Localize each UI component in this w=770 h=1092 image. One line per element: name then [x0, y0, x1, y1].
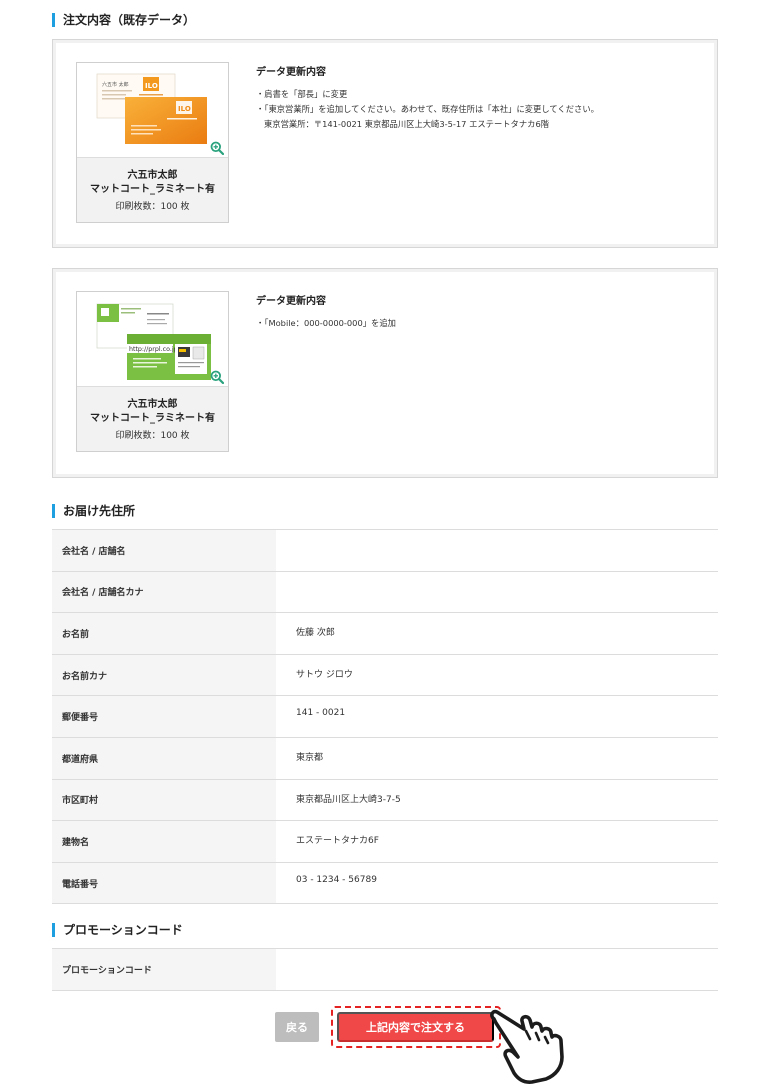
product-box: http://prpl.co.jp 六五市太郎 マットコート_ラミネート有 印刷…: [76, 291, 229, 452]
table-row: 会社名 / 店舗名: [52, 530, 718, 572]
product-name: 六五市太郎: [127, 170, 178, 181]
data-update-block: データ更新内容 ・「Mobile：000-0000-000」を追加: [256, 292, 696, 331]
update-line: ・肩書を「部長」に変更: [256, 89, 348, 99]
product-finish: マットコート_ラミネート有: [90, 413, 215, 424]
table-row: 郵便番号 141 - 0021: [52, 696, 718, 738]
row-value: エステートタナカ6F: [296, 836, 379, 847]
update-line: 東京営業所：〒141-0021 東京都品川区上大崎3-5-17 エステートタナカ…: [264, 119, 550, 129]
product-quantity: 印刷枚数：100 枚: [115, 431, 190, 441]
row-label: お名前カナ: [52, 654, 276, 696]
row-value: 03 - 1234 - 56789: [296, 874, 377, 885]
table-row: プロモーションコード: [52, 949, 718, 991]
row-label: 市区町村: [52, 779, 276, 821]
promo-section-title: プロモーションコード: [52, 923, 183, 937]
row-label: プロモーションコード: [52, 949, 276, 990]
place-order-button[interactable]: 上記内容で注文する: [337, 1012, 494, 1042]
order-item-card: 六五市 太郎 ILO ILO 六五市太郎 マットコート_ラミネート有 印刷枚数：…: [52, 39, 718, 248]
update-line: ・「東京営業所」を追加してください。あわせて、既存住所は「本社」に変更してくださ…: [256, 104, 599, 114]
delivery-section-title: お届け先住所: [52, 504, 135, 518]
table-row: お名前 佐藤 次郎: [52, 613, 718, 655]
pointing-hand-icon: [490, 1009, 564, 1084]
business-card-green-preview: http://prpl.co.jp: [96, 303, 211, 380]
row-value: 東京都品川区上大崎3-7-5: [296, 794, 401, 805]
row-label: お名前: [52, 613, 276, 654]
row-label: 会社名 / 店舗名: [52, 530, 276, 571]
row-label: 電話番号: [52, 862, 276, 904]
back-button[interactable]: 戻る: [275, 1012, 319, 1042]
update-heading: データ更新内容: [256, 67, 326, 78]
product-name: 六五市太郎: [127, 399, 178, 410]
product-quantity: 印刷枚数：100 枚: [115, 202, 190, 212]
row-value: 佐藤 次郎: [296, 628, 335, 639]
card-logo-text: ILO: [145, 82, 158, 90]
row-label: 建物名: [52, 821, 276, 862]
product-info: 六五市太郎 マットコート_ラミネート有 印刷枚数：100 枚: [77, 386, 228, 451]
table-row: 市区町村 東京都品川区上大崎3-7-5: [52, 779, 718, 822]
table-row: 都道府県 東京都: [52, 737, 718, 780]
card-thumbnail[interactable]: http://prpl.co.jp: [77, 292, 228, 386]
table-row: 会社名 / 店舗名カナ: [52, 571, 718, 614]
order-section-title: 注文内容（既存データ）: [52, 13, 195, 27]
product-finish: マットコート_ラミネート有: [90, 184, 215, 195]
order-item-card: http://prpl.co.jp 六五市太郎 マットコート_ラミネート有 印刷…: [52, 268, 718, 478]
row-label: 会社名 / 店舗名カナ: [52, 571, 276, 613]
update-heading: データ更新内容: [256, 296, 326, 307]
card-url-text: http://prpl.co.jp: [129, 346, 178, 353]
row-label: 都道府県: [52, 737, 276, 779]
row-value: サトウ ジロウ: [296, 669, 353, 680]
product-box: 六五市 太郎 ILO ILO 六五市太郎 マットコート_ラミネート有 印刷枚数：…: [76, 62, 229, 223]
table-row: 建物名 エステートタナカ6F: [52, 821, 718, 863]
table-row: 電話番号 03 - 1234 - 56789: [52, 862, 718, 905]
delivery-address-table: 会社名 / 店舗名 会社名 / 店舗名カナ お名前 佐藤 次郎 お名前カナ サト…: [52, 529, 718, 905]
zoom-in-icon[interactable]: [210, 141, 224, 155]
row-value: 東京都: [296, 752, 324, 763]
row-label: 郵便番号: [52, 696, 276, 737]
card-name-text: 六五市 太郎: [102, 81, 129, 88]
update-line: ・「Mobile：000-0000-000」を追加: [256, 318, 396, 328]
row-value: 141 - 0021: [296, 708, 346, 719]
promo-code-table: プロモーションコード: [52, 948, 718, 991]
product-info: 六五市太郎 マットコート_ラミネート有 印刷枚数：100 枚: [77, 157, 228, 222]
table-row: お名前カナ サトウ ジロウ: [52, 654, 718, 697]
data-update-block: データ更新内容 ・肩書を「部長」に変更 ・「東京営業所」を追加してください。あわ…: [256, 63, 696, 132]
zoom-in-icon[interactable]: [210, 370, 224, 384]
business-card-orange-preview: 六五市 太郎 ILO ILO: [96, 73, 207, 144]
svg-text:ILO: ILO: [178, 105, 191, 113]
card-thumbnail[interactable]: 六五市 太郎 ILO ILO: [77, 63, 228, 157]
